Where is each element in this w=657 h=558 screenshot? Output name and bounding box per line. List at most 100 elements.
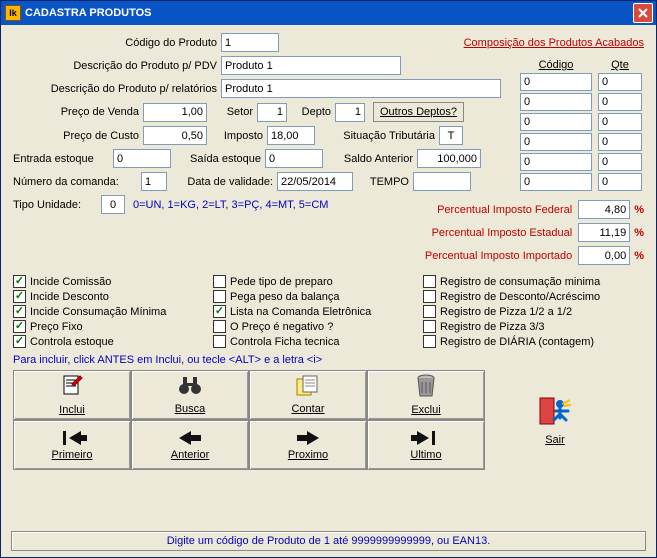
codigo-input[interactable] [221,33,279,52]
comp-qte-input[interactable] [598,173,642,191]
toolbar: Inclui Busca Contar [13,370,644,470]
label-num-comanda: Número da comanda: [13,176,141,188]
comp-qte-input[interactable] [598,113,642,131]
checkbox-incide-desconto[interactable]: ✓Incide Desconto [13,290,203,303]
comp-row [520,73,642,91]
tipo-unidade-input[interactable] [101,195,125,214]
checkbox-pre-o-fixo[interactable]: ✓Preço Fixo [13,320,203,333]
comp-row [520,153,642,171]
comp-row [520,113,642,131]
outros-deptos-button[interactable]: Outros Deptos? [373,102,464,122]
busca-label: Busca [175,403,206,415]
checkbox-label: Controla Ficha tecnica [230,336,339,348]
checkbox-registro-de-di-ria-contagem[interactable]: Registro de DIÁRIA (contagem) [423,335,643,348]
outros-deptos-label: Outros Deptos? [380,106,457,118]
checkbox-box: ✓ [213,305,226,318]
entrada-estoque-input[interactable] [113,149,171,168]
tempo-input[interactable] [413,172,471,191]
pct-symbol: % [630,204,644,216]
comp-codigo-input[interactable] [520,133,592,151]
checkbox-label: Incide Consumação Mínima [30,306,166,318]
sit-trib-input[interactable] [439,126,463,145]
tipo-unidade-legend: 0=UN, 1=KG, 2=LT, 3=PÇ, 4=MT, 5=CM [125,199,328,211]
exit-icon [538,394,572,432]
pct-federal-input[interactable] [578,200,630,219]
setor-input[interactable] [257,103,287,122]
checkbox-controla-estoque[interactable]: ✓Controla estoque [13,335,203,348]
data-validade-input[interactable] [277,172,353,191]
ultimo-button[interactable]: Ultimo [367,420,485,470]
checkbox-controla-ficha-tecnica[interactable]: Controla Ficha tecnica [213,335,413,348]
depto-input[interactable] [335,103,365,122]
pct-symbol: % [630,250,644,262]
comp-qte-input[interactable] [598,73,642,91]
anterior-button[interactable]: Anterior [131,420,249,470]
saldo-anterior-input[interactable] [417,149,481,168]
checkbox-box [423,320,436,333]
link-composicao[interactable]: Composição dos Produtos Acabados [464,37,644,49]
statusbar: Digite um código de Produto de 1 até 999… [11,531,646,551]
primeiro-button[interactable]: Primeiro [13,420,131,470]
checkbox-pede-tipo-de-preparo[interactable]: Pede tipo de preparo [213,275,413,288]
comp-row [520,93,642,111]
checkbox-registro-de-pizza-1-2-a-1-2[interactable]: Registro de Pizza 1/2 a 1/2 [423,305,643,318]
checkbox-box: ✓ [13,275,26,288]
checkbox-box [213,275,226,288]
comp-head-codigo: Código [520,59,592,71]
comp-qte-input[interactable] [598,93,642,111]
checkbox-box [213,335,226,348]
imposto-input[interactable] [267,126,315,145]
label-imposto: Imposto [207,130,267,142]
comp-qte-input[interactable] [598,153,642,171]
checkbox-label: Lista na Comanda Eletrônica [230,306,371,318]
checkbox-label: Incide Desconto [30,291,109,303]
checkbox-registro-de-desconto-acr-scimo[interactable]: Registro de Desconto/Acréscimo [423,290,643,303]
saida-estoque-input[interactable] [265,149,323,168]
label-tempo: TEMPO [353,176,413,188]
checkbox-o-pre-o-negativo[interactable]: O Preço é negativo ? [213,320,413,333]
preco-venda-input[interactable] [143,103,207,122]
checkbox-registro-de-pizza-3-3[interactable]: Registro de Pizza 3/3 [423,320,643,333]
comp-codigo-input[interactable] [520,93,592,111]
inclui-button[interactable]: Inclui [13,370,131,420]
label-depto: Depto [287,106,335,118]
ultimo-label: Ultimo [410,449,441,461]
window-title: CADASTRA PRODUTOS [25,7,152,19]
sair-button[interactable]: Sair [515,385,595,455]
contar-button[interactable]: Contar [249,370,367,420]
proximo-label: Proximo [288,449,328,461]
preco-custo-input[interactable] [143,126,207,145]
comp-codigo-input[interactable] [520,153,592,171]
label-pct-federal: Percentual Imposto Federal [372,204,572,216]
pct-importado-input[interactable] [578,246,630,265]
checkbox-label: Registro de Pizza 3/3 [440,321,545,333]
checkbox-pega-peso-da-balan-a[interactable]: Pega peso da balança [213,290,413,303]
desc-pdv-input[interactable] [221,56,401,75]
titlebar: Ik CADASTRA PRODUTOS [1,1,656,25]
comp-codigo-input[interactable] [520,73,592,91]
next-arrow-icon [292,429,324,447]
desc-rel-input[interactable] [221,79,501,98]
label-pct-estadual: Percentual Imposto Estadual [372,227,572,239]
checkbox-incide-comiss-o[interactable]: ✓ Incide Comissão [13,275,203,288]
binoculars-icon [178,375,202,401]
comp-codigo-input[interactable] [520,113,592,131]
checkbox-registro-de-consuma-o-minima[interactable]: Registro de consumação minima [423,275,643,288]
pct-estadual-input[interactable] [578,223,630,242]
comp-codigo-input[interactable] [520,173,592,191]
busca-button[interactable]: Busca [131,370,249,420]
checkbox-box [213,290,226,303]
num-comanda-input[interactable] [141,172,167,191]
checkbox-label: Controla estoque [30,336,114,348]
close-button[interactable] [633,3,653,23]
exclui-button[interactable]: Exclui [367,370,485,420]
checkbox-label: Incide Comissão [30,276,111,288]
composition-grid: Código Qte [520,59,642,191]
app-icon: Ik [5,5,21,21]
proximo-button[interactable]: Proximo [249,420,367,470]
comp-qte-input[interactable] [598,133,642,151]
checkbox-label: Pede tipo de preparo [230,276,333,288]
checkbox-lista-na-comanda-eletr-nica[interactable]: ✓ Lista na Comanda Eletrônica [213,305,413,318]
checkbox-incide-consuma-o-m-nima[interactable]: ✓Incide Consumação Mínima [13,305,203,318]
prev-arrow-icon [174,429,206,447]
